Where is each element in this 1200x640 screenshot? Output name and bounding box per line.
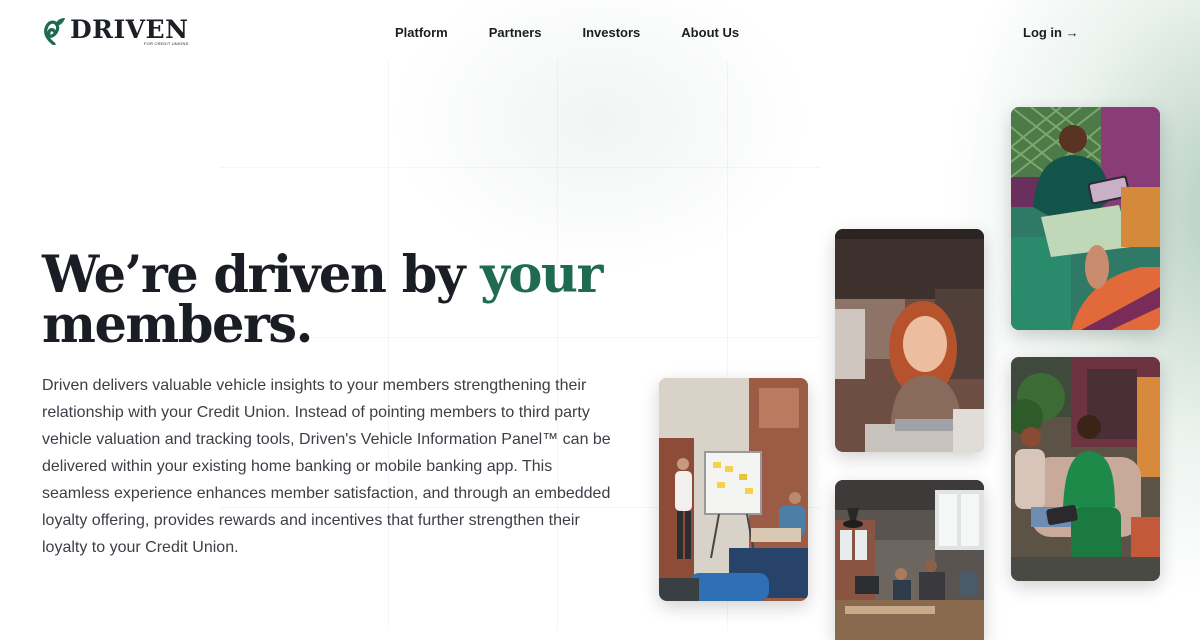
hero-description: Driven delivers valuable vehicle insight…	[42, 377, 611, 556]
hero-title: We’re driven by your members.	[42, 250, 603, 351]
site-header: DRIVEN FOR CREDIT UNIONS Platform Partne…	[0, 0, 1200, 66]
women-on-couch-photo	[1011, 357, 1160, 581]
woman-on-laptop-photo	[835, 229, 984, 452]
nav-item-partners[interactable]: Partners	[489, 24, 542, 42]
nav-item-about-us[interactable]: About Us	[681, 24, 739, 42]
brand-tagline: FOR CREDIT UNIONS	[144, 41, 189, 46]
team-whiteboard-meeting-photo	[659, 378, 808, 601]
login-link[interactable]: Log in →	[1023, 24, 1079, 42]
driven-leaf-icon	[44, 18, 65, 45]
brand-logo[interactable]: DRIVEN FOR CREDIT UNIONS	[42, 17, 188, 46]
hero-title-accent: your	[480, 245, 603, 305]
main-nav: Platform Partners Investors About Us	[395, 24, 780, 42]
open-office-workspace-photo	[835, 480, 984, 640]
man-with-tablet-photo	[1011, 107, 1160, 330]
brand-name: DRIVEN	[70, 15, 189, 44]
nav-item-investors[interactable]: Investors	[582, 24, 640, 42]
hero-title-part2: members.	[42, 295, 313, 355]
nav-item-platform[interactable]: Platform	[395, 24, 448, 42]
